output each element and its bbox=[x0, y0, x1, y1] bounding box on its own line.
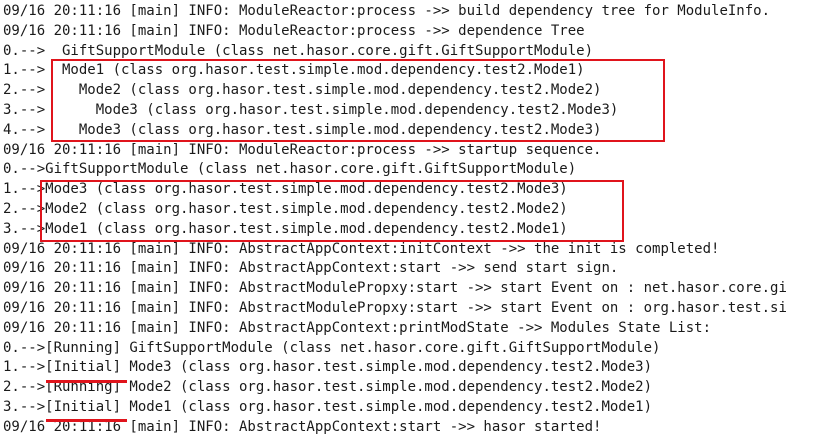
log-line: 09/16 20:11:16 [main] INFO: ModuleReacto… bbox=[3, 22, 585, 39]
log-line: 09/16 20:11:16 [main] INFO: AbstractAppC… bbox=[3, 260, 619, 277]
log-line: 09/16 20:11:16 [main] INFO: AbstractAppC… bbox=[3, 319, 712, 336]
log-line: 09/16 20:11:16 [main] INFO: AbstractModu… bbox=[3, 280, 787, 297]
log-line: 09/16 20:11:16 [main] INFO: ModuleReacto… bbox=[3, 141, 602, 158]
log-line: 0.-->GiftSupportModule (class net.hasor.… bbox=[3, 161, 577, 178]
initial-state-underline bbox=[46, 380, 127, 383]
log-line: 2.-->[Running] Mode2 (class org.hasor.te… bbox=[3, 379, 653, 396]
log-line: 09/16 20:11:16 [main] INFO: AbstractAppC… bbox=[3, 418, 602, 435]
log-line: 1.-->[Initial] Mode3 (class org.hasor.te… bbox=[3, 359, 653, 376]
log-line: 3.-->[Initial] Mode1 (class org.hasor.te… bbox=[3, 398, 653, 415]
log-line: 09/16 20:11:16 [main] INFO: AbstractAppC… bbox=[3, 240, 720, 257]
dependency-tree-highlight-box bbox=[51, 59, 665, 142]
startup-sequence-highlight-box bbox=[40, 180, 624, 242]
log-line: 09/16 20:11:16 [main] INFO: ModuleReacto… bbox=[3, 3, 771, 19]
log-line: 0.-->[Running] GiftSupportModule (class … bbox=[3, 339, 661, 356]
initial-state-underline bbox=[46, 419, 127, 422]
log-line: 09/16 20:11:16 [main] INFO: AbstractModu… bbox=[3, 299, 787, 316]
